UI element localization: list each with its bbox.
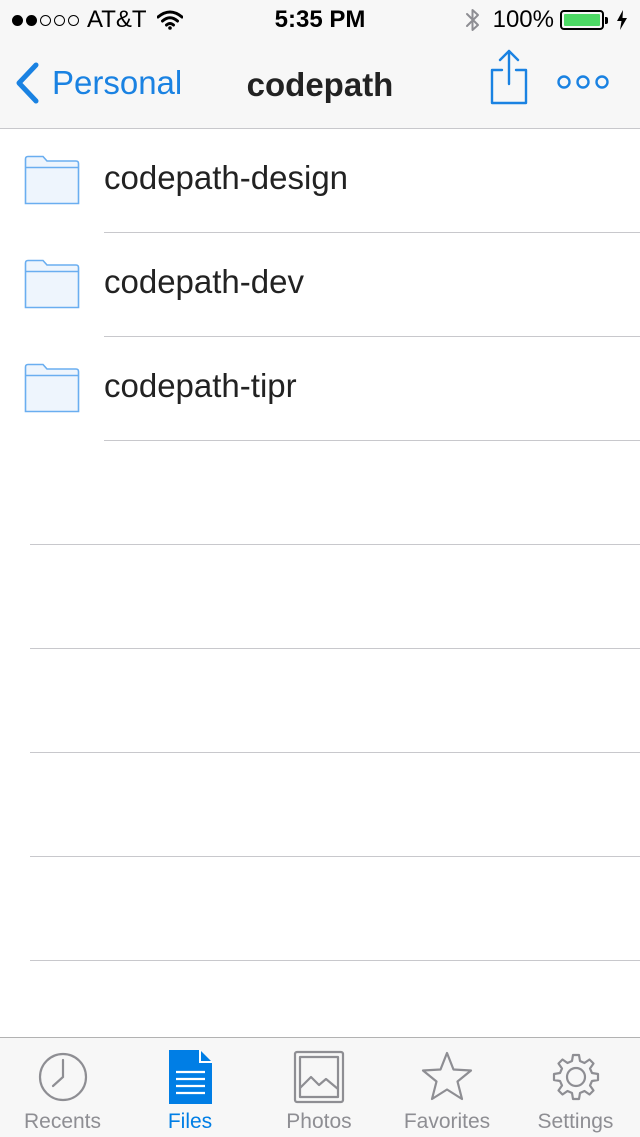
folder-icon: [24, 155, 80, 205]
folder-name: codepath-tipr: [104, 367, 297, 404]
tab-label: Settings: [537, 1110, 614, 1133]
folder-icon: [24, 363, 80, 413]
chevron-left-icon: [16, 62, 39, 104]
list-item[interactable]: codepath-design: [0, 129, 640, 233]
more-button[interactable]: [556, 70, 610, 94]
tab-label: Files: [167, 1110, 213, 1133]
empty-list-area: [0, 441, 640, 961]
folder-name: codepath-design: [104, 159, 349, 196]
folder-name: codepath-dev: [104, 263, 304, 300]
tab-files[interactable]: Files: [125, 1038, 255, 1137]
status-right: 100%: [465, 6, 628, 34]
back-button[interactable]: Personal: [14, 60, 182, 106]
tab-label: Recents: [23, 1110, 102, 1133]
gear-icon: [552, 1053, 599, 1101]
empty-row: [0, 649, 640, 753]
share-button[interactable]: [488, 48, 530, 106]
row-divider: [30, 960, 640, 961]
list-item[interactable]: codepath-dev: [0, 233, 640, 337]
empty-row: [0, 753, 640, 857]
tab-bar: Recents Files Photos Favorites Settings: [0, 1037, 640, 1137]
folder-icon: [24, 259, 80, 309]
empty-row: [0, 545, 640, 649]
photo-icon: [293, 1050, 345, 1104]
star-icon: [421, 1051, 473, 1101]
battery-percent: 100%: [492, 6, 554, 33]
tab-label: Favorites: [403, 1110, 491, 1133]
clock-icon: [38, 1052, 87, 1102]
document-icon: [169, 1050, 212, 1104]
more-icon: [557, 75, 609, 89]
battery-level: [564, 14, 600, 26]
status-bar: AT&T 5:35 PM 100%: [0, 0, 640, 40]
tab-recents[interactable]: Recents: [0, 1038, 125, 1137]
file-list: codepath-design codepath-dev codepath-ti…: [0, 129, 640, 441]
empty-row: [0, 441, 640, 545]
navigation-bar: Personal codepath: [0, 40, 640, 129]
back-button-label: Personal: [52, 64, 183, 101]
bluetooth-icon: [465, 9, 479, 31]
tab-settings[interactable]: Settings: [511, 1038, 640, 1137]
empty-row: [0, 857, 640, 961]
tab-favorites[interactable]: Favorites: [383, 1038, 511, 1137]
page-title: codepath: [246, 66, 394, 103]
tab-label: Photos: [286, 1110, 352, 1133]
battery-icon: [560, 10, 608, 30]
share-icon: [490, 49, 528, 105]
list-item[interactable]: codepath-tipr: [0, 337, 640, 441]
charging-bolt-icon: [617, 10, 627, 30]
tab-photos[interactable]: Photos: [255, 1038, 383, 1137]
